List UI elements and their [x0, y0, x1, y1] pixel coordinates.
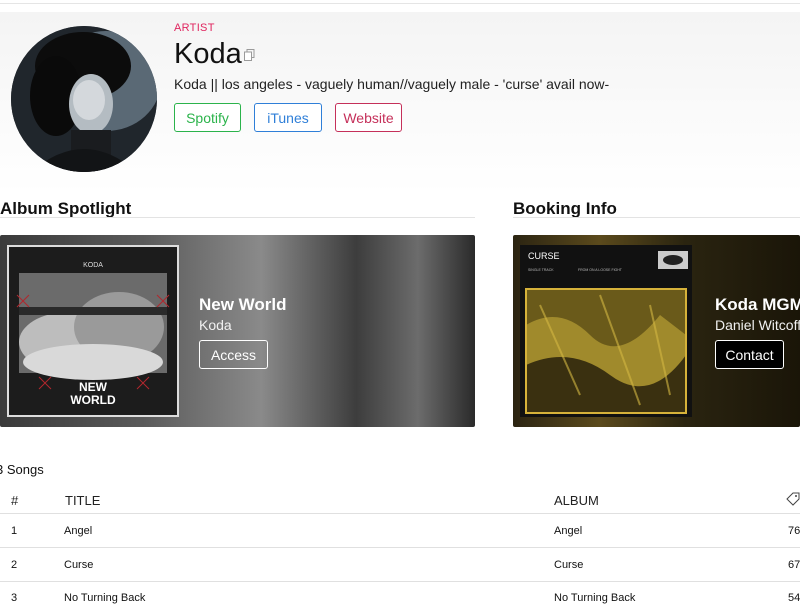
- top-bar: [0, 0, 800, 4]
- row-divider: [0, 581, 800, 582]
- cover-title-line2: WORLD: [70, 393, 116, 407]
- booking-cover-art: CURSE SINGLE TRACK FROM ON A LOOSE FIGHT: [520, 245, 692, 417]
- booking-info-heading: Booking Info: [513, 199, 617, 218]
- spotlight-album-artist: Koda: [199, 317, 232, 333]
- row-divider: [0, 547, 800, 548]
- contact-button[interactable]: Contact: [715, 340, 784, 369]
- row-number: 2: [11, 559, 18, 571]
- row-title[interactable]: Angel: [64, 525, 92, 537]
- section-divider: [0, 217, 475, 218]
- section-divider: [513, 217, 800, 218]
- copy-icon[interactable]: [244, 49, 255, 61]
- artist-name: Koda: [174, 38, 242, 70]
- songs-count: 3 Songs: [0, 462, 44, 477]
- cover-artist-text: KODA: [83, 262, 103, 269]
- table-header-divider: [0, 513, 800, 514]
- row-title[interactable]: Curse: [64, 559, 93, 571]
- tag-icon[interactable]: [786, 492, 800, 506]
- row-number: 1: [11, 525, 18, 537]
- row-extra: 67: [788, 559, 800, 571]
- column-header-title[interactable]: TITLE: [65, 493, 100, 508]
- row-album[interactable]: No Turning Back: [554, 592, 635, 604]
- website-link-button[interactable]: Website: [335, 103, 402, 132]
- column-header-number: #: [11, 493, 19, 508]
- booking-cover-title: CURSE: [528, 251, 560, 261]
- cover-title-line1: NEW: [79, 380, 108, 394]
- access-button[interactable]: Access: [199, 340, 268, 369]
- row-number: 3: [11, 592, 18, 604]
- spotify-link-button[interactable]: Spotify: [174, 103, 241, 132]
- artist-avatar: [11, 26, 157, 172]
- column-header-album[interactable]: ALBUM: [554, 493, 599, 508]
- row-album[interactable]: Angel: [554, 525, 582, 537]
- booking-cover-small1: SINGLE TRACK: [528, 268, 554, 272]
- row-extra: 54: [788, 592, 800, 604]
- row-album[interactable]: Curse: [554, 559, 583, 571]
- booking-cover-small2: FROM ON A LOOSE FIGHT: [578, 268, 623, 272]
- row-title[interactable]: No Turning Back: [64, 592, 145, 604]
- itunes-link-button[interactable]: iTunes: [254, 103, 322, 132]
- booking-contact-name: Daniel Witcoff: [715, 317, 800, 333]
- album-spotlight-heading: Album Spotlight: [0, 199, 132, 218]
- album-cover-art: KODA NEW WORLD: [7, 245, 179, 417]
- spotlight-album-title: New World: [199, 295, 287, 314]
- artist-type-label: ARTIST: [174, 22, 215, 34]
- booking-info-card[interactable]: CURSE SINGLE TRACK FROM ON A LOOSE FIGHT…: [513, 235, 800, 427]
- album-spotlight-card[interactable]: KODA NEW WORLD New World Koda Access: [0, 235, 475, 427]
- row-extra: 76: [788, 525, 800, 537]
- booking-title: Koda MGM: [715, 295, 800, 314]
- artist-bio: Koda || los angeles - vaguely human//vag…: [174, 76, 610, 92]
